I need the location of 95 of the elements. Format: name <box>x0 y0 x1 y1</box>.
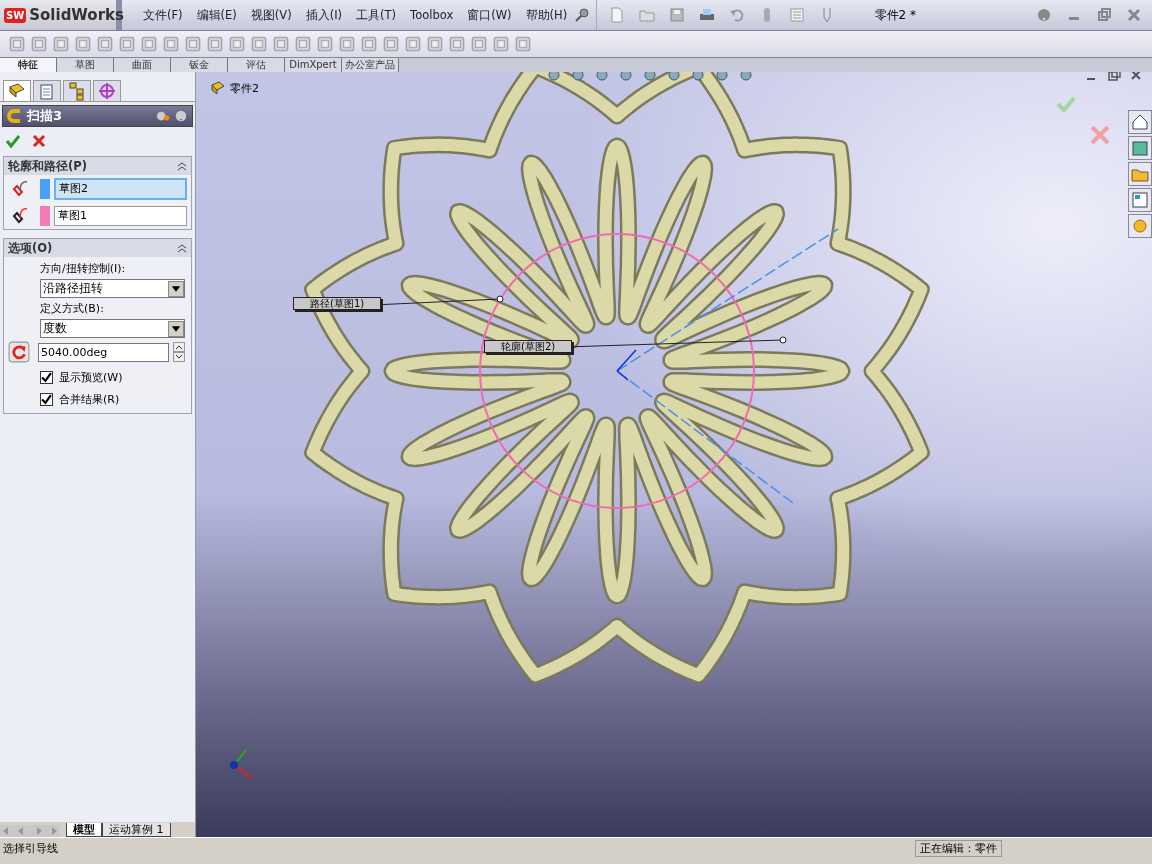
cancel-x-icon[interactable] <box>31 133 47 149</box>
part-icon <box>210 80 226 96</box>
menu-item[interactable]: 工具(T) <box>349 7 404 23</box>
tab-scroll-arrows-icon[interactable] <box>0 825 60 837</box>
profile-sketch-icon <box>10 179 30 199</box>
toolbar-tool-icon[interactable] <box>162 35 180 53</box>
logo-badge: SW <box>4 7 27 23</box>
toolbar-tool-icon[interactable] <box>74 35 92 53</box>
library-icon[interactable] <box>1128 136 1152 160</box>
spinner-arrows-icon[interactable] <box>173 342 185 362</box>
leader-end-icon <box>779 336 787 344</box>
new-document-icon[interactable] <box>609 7 626 23</box>
confirm-check-icon[interactable] <box>1056 96 1076 113</box>
toolbar-tool-icon[interactable] <box>250 35 268 53</box>
field-label: 定义方式(B): <box>39 301 105 316</box>
toolbar-tool-icon[interactable] <box>294 35 312 53</box>
folder-icon[interactable] <box>1128 162 1152 186</box>
toolbar-tool-icon[interactable] <box>8 35 26 53</box>
status-editing-mode: 正在编辑：零件 <box>915 839 1002 857</box>
angle-input-field[interactable]: 5040.00deg <box>38 342 169 362</box>
bottom-tab[interactable]: 运动算例 1 <box>102 823 171 837</box>
profile-callout: 轮廓(草图2) <box>484 340 573 353</box>
print-icon[interactable] <box>699 7 716 23</box>
collapse-chevron-icon[interactable] <box>177 243 187 253</box>
toolbar-tool-icon[interactable] <box>52 35 70 53</box>
document-title: 零件2 * <box>874 6 916 24</box>
menu-item[interactable]: 文件(F) <box>136 7 190 23</box>
status-message: 选择引导线 <box>2 840 58 856</box>
leader-end-icon <box>496 295 504 303</box>
restore-icon[interactable] <box>1096 7 1112 23</box>
toolbar-tool-icon[interactable] <box>228 35 246 53</box>
toolbar-tool-icon[interactable] <box>426 35 444 53</box>
menu-item[interactable]: 视图(V) <box>243 7 299 23</box>
toolbar-tool-icon[interactable] <box>382 35 400 53</box>
toolbar-tool-icon[interactable] <box>492 35 510 53</box>
checkbox[interactable] <box>40 393 53 406</box>
toolbar-tool-icon[interactable] <box>404 35 422 53</box>
sketch-origin-icon <box>616 349 637 381</box>
axis-triad-icon <box>230 749 253 779</box>
field-label: 方向/扭转控制(I): <box>39 261 127 276</box>
toolbar-tool-icon[interactable] <box>184 35 202 53</box>
folder-icon[interactable] <box>639 7 656 23</box>
crosshair-tab-icon[interactable] <box>93 80 121 101</box>
sweep-feature-icon <box>7 108 23 124</box>
app-logo-text: SolidWorks <box>29 6 124 24</box>
menu-item[interactable]: Toolbox <box>403 8 461 22</box>
toolbar-tool-icon[interactable] <box>30 35 48 53</box>
undo-icon[interactable] <box>729 7 746 23</box>
selection-field[interactable]: 草图1 <box>54 206 187 226</box>
menu-item[interactable]: 帮助(H) <box>518 7 575 23</box>
toolbar-tool-icon[interactable] <box>448 35 466 53</box>
bottom-tab[interactable]: 模型 <box>66 823 102 837</box>
path-sketch-icon <box>10 206 30 226</box>
toolbar-tool-icon[interactable] <box>140 35 158 53</box>
toolbar-tool-icon[interactable] <box>96 35 114 53</box>
checkbox-label: 合并结果(R) <box>59 392 120 407</box>
group-title: 轮廓和路径(P) <box>8 158 87 174</box>
property-manager-title: 扫描3 <box>27 107 64 125</box>
view-palette-icon[interactable] <box>1128 188 1152 212</box>
property-tab-icon[interactable] <box>33 80 61 101</box>
toolbar-tool-icon[interactable] <box>470 35 488 53</box>
toolbar-tool-icon[interactable] <box>118 35 136 53</box>
toolbar-tool-icon[interactable] <box>360 35 378 53</box>
checkbox[interactable] <box>40 371 53 384</box>
command-tab[interactable]: 评估 <box>228 58 285 72</box>
ok-check-icon[interactable] <box>5 133 21 149</box>
checklist-icon[interactable] <box>789 7 806 23</box>
toolbar-tool-icon[interactable] <box>206 35 224 53</box>
command-tab[interactable]: 曲面 <box>114 58 171 72</box>
orientation-dropdown[interactable]: 沿路径扭转 <box>40 279 185 298</box>
toolbar-tool-icon[interactable] <box>272 35 290 53</box>
command-tab[interactable]: 草图 <box>57 58 114 72</box>
toolbar-tool-icon[interactable] <box>316 35 334 53</box>
command-tab[interactable]: 钣金 <box>171 58 228 72</box>
reverse-direction-icon[interactable] <box>8 341 30 363</box>
menu-item[interactable]: 编辑(E) <box>189 7 244 23</box>
menu-item[interactable]: 插入(I) <box>298 7 350 23</box>
group-title: 选项(O) <box>8 240 53 256</box>
toolbar-tool-icon[interactable] <box>514 35 532 53</box>
checkbox-label: 显示预览(W) <box>59 370 123 385</box>
close-icon[interactable] <box>1126 7 1142 23</box>
toolbar-tool-icon[interactable] <box>338 35 356 53</box>
feature-tree-tab-icon[interactable] <box>3 80 31 101</box>
feature-tree-root[interactable]: 零件2 <box>230 80 259 96</box>
save-icon[interactable] <box>669 7 686 23</box>
collapse-chevron-icon[interactable] <box>177 161 187 171</box>
home-icon[interactable] <box>1128 110 1152 134</box>
path-callout: 路径(草图1) <box>293 297 382 310</box>
define-dropdown[interactable]: 度数 <box>40 319 185 338</box>
menu-item[interactable]: 窗口(W) <box>460 7 519 23</box>
configuration-tab-icon[interactable] <box>63 80 91 101</box>
command-tab[interactable]: DimXpert <box>285 58 342 72</box>
command-tab[interactable]: 办公室产品 <box>342 58 399 72</box>
command-tab[interactable]: 特征 <box>0 58 57 72</box>
selection-field[interactable]: 草图2 <box>54 178 187 200</box>
